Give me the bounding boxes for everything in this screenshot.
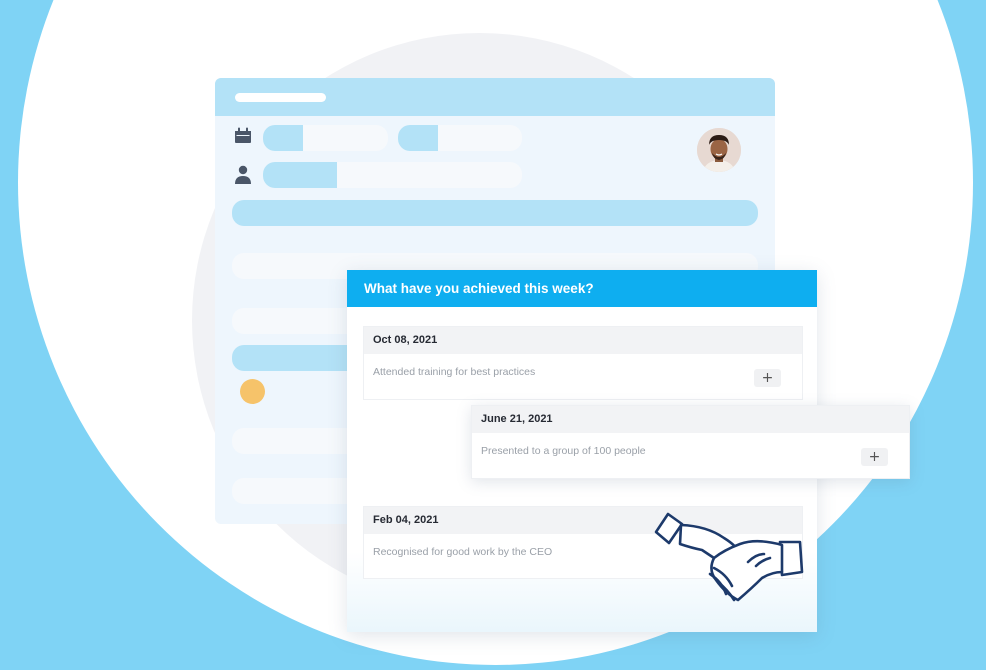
status-dot (240, 379, 265, 404)
add-button[interactable]: + (861, 448, 888, 466)
achievement-card: Oct 08, 2021 Attended training for best … (363, 326, 803, 400)
field-placeholder-fill (263, 162, 337, 188)
achievement-date: June 21, 2021 (472, 406, 909, 433)
user-icon (235, 165, 251, 184)
title-placeholder (235, 93, 326, 102)
window-titlebar (215, 78, 775, 116)
achievement-card-floating: June 21, 2021 Presented to a group of 10… (471, 405, 910, 479)
calendar-icon (235, 127, 251, 143)
bar-placeholder (232, 200, 758, 226)
achievement-date: Oct 08, 2021 (364, 327, 802, 354)
field-placeholder-fill (263, 125, 303, 151)
avatar (697, 128, 741, 172)
add-button[interactable]: + (754, 369, 781, 387)
achievement-description: Presented to a group of 100 people (481, 445, 646, 457)
field-placeholder-fill (398, 125, 438, 151)
panel-title: What have you achieved this week? (347, 270, 817, 307)
achievement-description: Attended training for best practices (373, 366, 536, 378)
handshake-icon (654, 512, 804, 602)
